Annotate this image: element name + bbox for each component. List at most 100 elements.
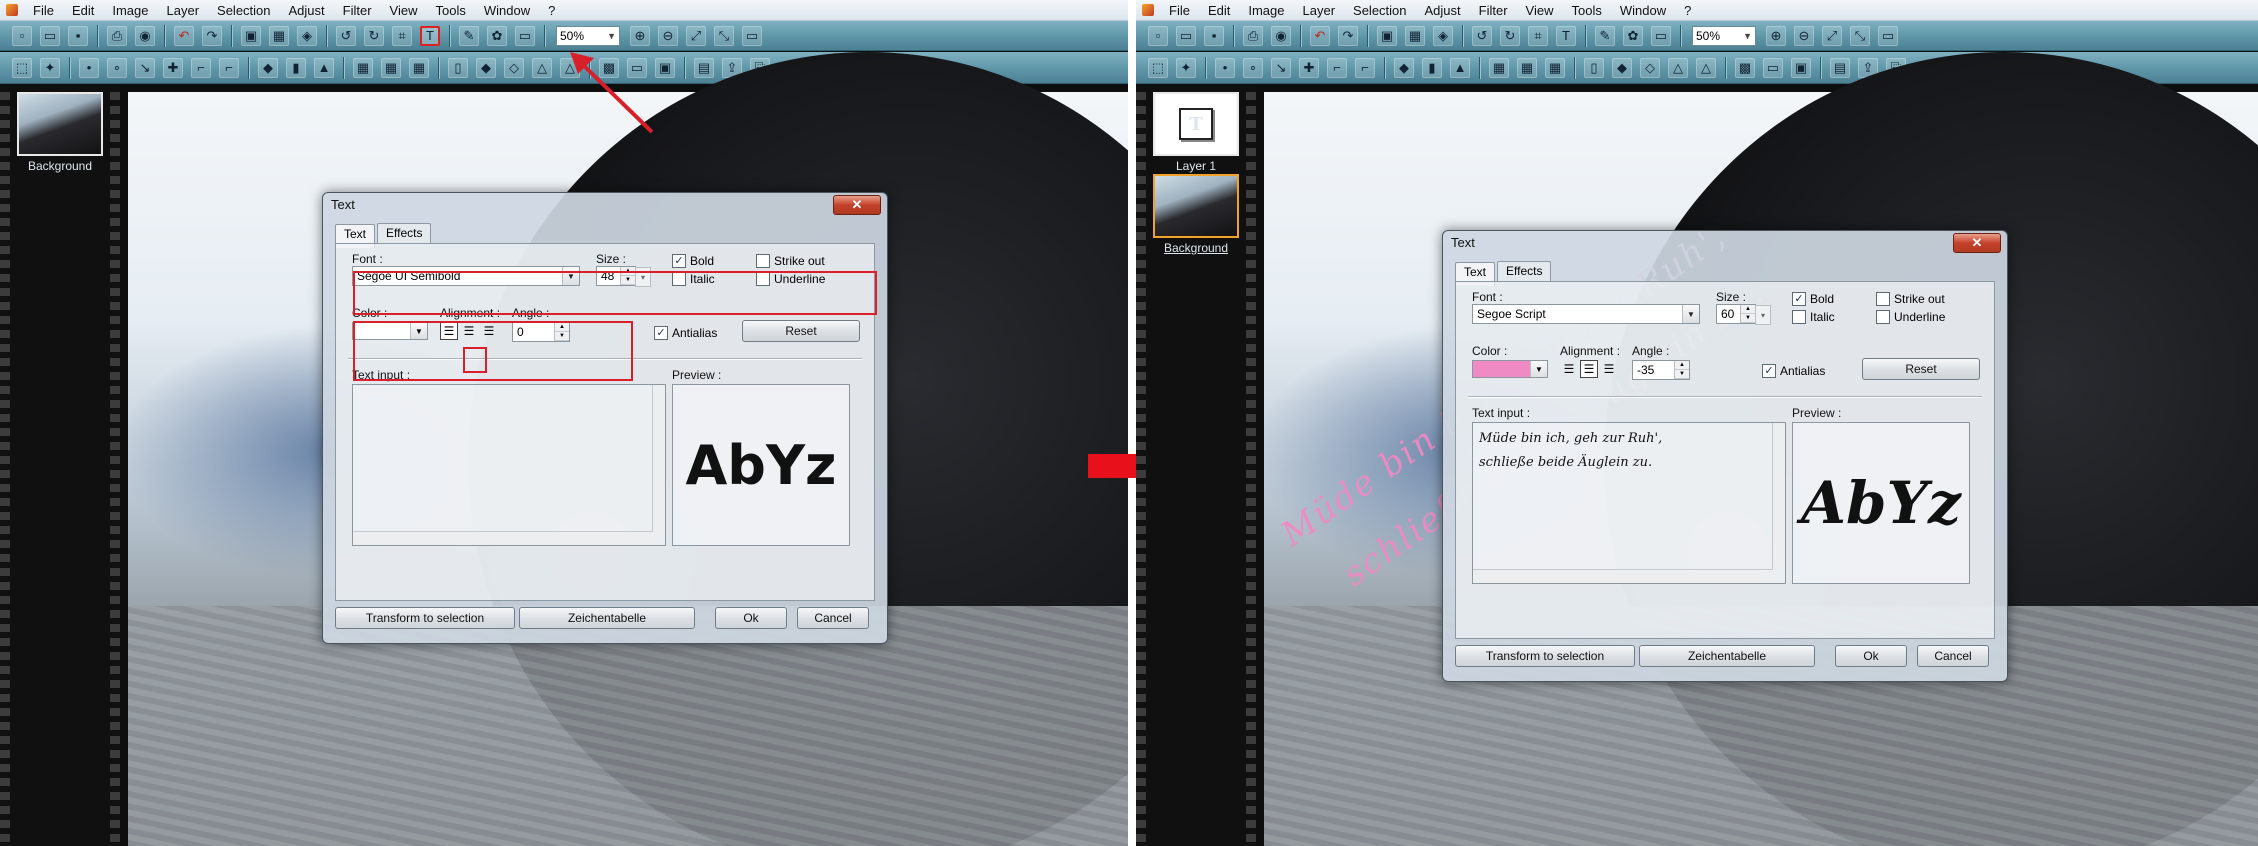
lasso-icon[interactable]: ✦	[1176, 57, 1196, 78]
menu-selection[interactable]: Selection	[1344, 3, 1415, 18]
cancel-button[interactable]: Cancel	[797, 607, 869, 629]
reset-button[interactable]: Reset	[1862, 358, 1980, 380]
open-icon[interactable]: ▭	[1176, 25, 1196, 46]
zoom-in-icon[interactable]: ⊕	[1766, 25, 1786, 46]
menu-filter[interactable]: Filter	[334, 3, 381, 18]
full-size-icon[interactable]: ⤡	[1850, 25, 1870, 46]
underline-checkbox[interactable]: Underline	[1876, 310, 1945, 324]
menu-edit[interactable]: Edit	[63, 3, 103, 18]
menu-tools[interactable]: Tools	[427, 3, 475, 18]
menu-help[interactable]: ?	[1675, 3, 1700, 18]
menu-file[interactable]: File	[1160, 3, 1199, 18]
fit-icon[interactable]: ⤢	[686, 25, 706, 46]
ok-button[interactable]: Ok	[715, 607, 787, 629]
corner-alt-icon[interactable]: ⌐	[1355, 57, 1375, 78]
stepper-buttons[interactable]: ▲ ▼	[1740, 305, 1755, 323]
strikeout-checkbox[interactable]: Strike out	[1876, 292, 1945, 306]
dot-icon[interactable]: •	[79, 57, 99, 78]
select-icon[interactable]: ⬚	[1148, 57, 1168, 78]
reset-button[interactable]: Reset	[742, 320, 860, 342]
align-right-icon[interactable]: ☰	[1600, 360, 1618, 378]
redo-icon[interactable]: ↷	[202, 25, 222, 46]
print-icon[interactable]: ⎙	[1243, 25, 1263, 46]
drop-icon[interactable]: ◆	[1612, 57, 1632, 78]
menu-help[interactable]: ?	[539, 3, 564, 18]
redo-icon[interactable]: ↷	[1338, 25, 1358, 46]
menu-filter[interactable]: Filter	[1470, 3, 1517, 18]
vertical-scrollbar[interactable]	[1772, 423, 1785, 569]
colors-icon[interactable]: ◆	[1394, 57, 1414, 78]
corner-icon[interactable]: ⌐	[191, 57, 211, 78]
menu-layer[interactable]: Layer	[1294, 3, 1345, 18]
fullscreen-icon[interactable]: ▭	[742, 25, 762, 46]
pin-icon[interactable]: ✚	[1299, 57, 1319, 78]
grid-a-icon[interactable]: ▦	[353, 57, 373, 78]
stepper-buttons[interactable]: ▲ ▼	[1674, 361, 1689, 379]
dot-plus-icon[interactable]: ∘	[1243, 57, 1263, 78]
menu-layer[interactable]: Layer	[158, 3, 209, 18]
print-icon[interactable]: ⎙	[107, 25, 127, 46]
align-center-icon[interactable]: ☰	[1580, 360, 1598, 378]
menu-edit[interactable]: Edit	[1199, 3, 1239, 18]
grid-b-icon[interactable]: ▦	[381, 57, 401, 78]
grid-c-icon[interactable]: ▦	[409, 57, 429, 78]
pin-icon[interactable]: ✚	[163, 57, 183, 78]
channels-icon[interactable]: ▮	[1422, 57, 1442, 78]
zoom-select[interactable]: 50% ▼	[1692, 25, 1756, 46]
layer-background[interactable]: Background	[14, 92, 106, 173]
histogram-icon[interactable]: ▲	[314, 57, 334, 78]
text-input-field[interactable]	[352, 384, 666, 546]
color-picker[interactable]: ▼	[1472, 360, 1548, 378]
colors-icon[interactable]: ◆	[258, 57, 278, 78]
frame-icon[interactable]: ▯	[1584, 57, 1604, 78]
save-icon[interactable]: ▪	[68, 25, 88, 46]
menu-selection[interactable]: Selection	[208, 3, 279, 18]
save-icon[interactable]: ▪	[1204, 25, 1224, 46]
close-button[interactable]: ✕	[1953, 233, 2001, 253]
menu-adjust[interactable]: Adjust	[1416, 3, 1470, 18]
screen-icon[interactable]: ▭	[515, 25, 535, 46]
size-stepper[interactable]: 60 ▲ ▼ ▾	[1716, 304, 1771, 325]
select-icon[interactable]: ⬚	[12, 57, 32, 78]
angle-stepper[interactable]: -35 ▲ ▼	[1632, 360, 1690, 380]
dot-plus-icon[interactable]: ∘	[107, 57, 127, 78]
corner-icon[interactable]: ⌐	[1327, 57, 1347, 78]
grid-a-icon[interactable]: ▦	[1489, 57, 1509, 78]
screen-icon[interactable]: ▭	[1651, 25, 1671, 46]
scan-icon[interactable]: ◉	[1271, 25, 1291, 46]
sharpen-icon[interactable]: △	[532, 57, 552, 78]
antialias-checkbox[interactable]: ✓ Antialias	[654, 326, 717, 340]
clone-icon[interactable]: ✎	[459, 25, 479, 46]
fullscreen-icon[interactable]: ▭	[1878, 25, 1898, 46]
scan-icon[interactable]: ◉	[135, 25, 155, 46]
corner-alt-icon[interactable]: ⌐	[219, 57, 239, 78]
menu-file[interactable]: File	[24, 3, 63, 18]
dot-icon[interactable]: •	[1215, 57, 1235, 78]
menu-adjust[interactable]: Adjust	[280, 3, 334, 18]
arrow-tool-icon[interactable]: ↘	[1271, 57, 1291, 78]
rotate-left-icon[interactable]: ↺	[336, 25, 356, 46]
strikeout-checkbox[interactable]: Strike out	[756, 254, 825, 268]
rotate-left-icon[interactable]: ↺	[1472, 25, 1492, 46]
grid-icon[interactable]: ▦	[1405, 25, 1425, 46]
lasso-icon[interactable]: ✦	[40, 57, 60, 78]
new-icon[interactable]: ▫	[12, 25, 32, 46]
bold-checkbox[interactable]: ✓ Bold	[672, 254, 714, 268]
image-icon[interactable]: ▣	[1791, 57, 1811, 78]
rotate-right-icon[interactable]: ↻	[364, 25, 384, 46]
undo-icon[interactable]: ↶	[174, 25, 194, 46]
blur-icon[interactable]: △	[1696, 57, 1716, 78]
menu-window[interactable]: Window	[475, 3, 539, 18]
ok-button[interactable]: Ok	[1835, 645, 1907, 667]
menu-image[interactable]: Image	[1239, 3, 1293, 18]
size-dropdown-icon[interactable]: ▾	[1755, 305, 1771, 325]
bold-checkbox[interactable]: ✓ Bold	[1792, 292, 1834, 306]
fit-icon[interactable]: ⤢	[1822, 25, 1842, 46]
grid-c-icon[interactable]: ▦	[1545, 57, 1565, 78]
book-icon[interactable]: ▤	[1830, 57, 1850, 78]
text-input-field[interactable]: Müde bin ich, geh zur Ruh', schließe bei…	[1472, 422, 1786, 584]
new-icon[interactable]: ▫	[1148, 25, 1168, 46]
text-tool-icon[interactable]: T	[1556, 25, 1576, 46]
undo-icon[interactable]: ↶	[1310, 25, 1330, 46]
brush-icon[interactable]: ✿	[487, 25, 507, 46]
